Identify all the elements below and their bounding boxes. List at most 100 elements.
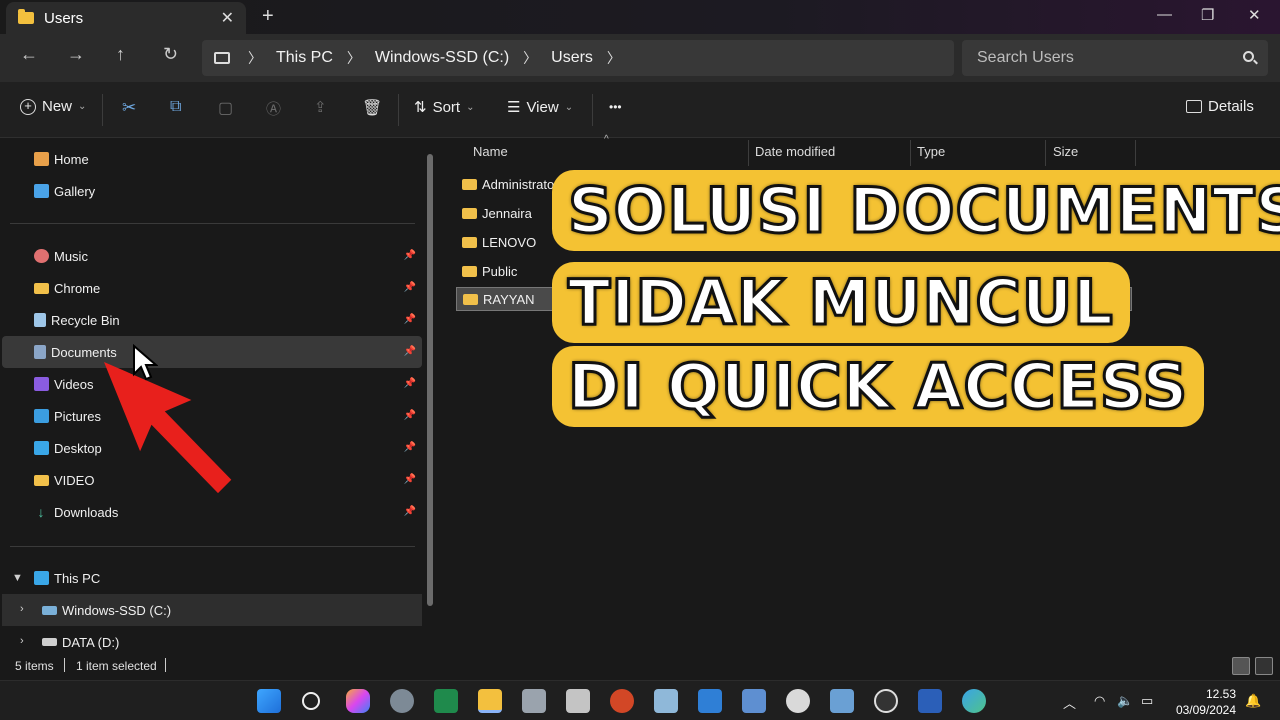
downloads-icon: ↓ bbox=[37, 504, 45, 520]
chevron-right-icon[interactable]: › bbox=[20, 603, 24, 615]
chevron-right-icon[interactable]: 〉 bbox=[523, 48, 537, 68]
photos-icon[interactable] bbox=[830, 689, 854, 713]
file-name: RAYYAN bbox=[483, 291, 535, 307]
column-header-type[interactable]: Type bbox=[917, 144, 945, 159]
pin-icon[interactable]: 📌 bbox=[404, 282, 416, 293]
sidebar-item-label: Recycle Bin bbox=[51, 312, 120, 328]
column-divider[interactable] bbox=[1135, 140, 1136, 166]
tab-users[interactable]: Users ✕ bbox=[6, 2, 246, 34]
close-tab-icon[interactable]: ✕ bbox=[221, 8, 234, 28]
details-button[interactable]: Details bbox=[1186, 98, 1254, 115]
chevron-right-icon[interactable]: 〉 bbox=[347, 48, 361, 68]
folder-icon bbox=[462, 207, 477, 219]
excel-icon[interactable] bbox=[434, 689, 458, 713]
edge-icon[interactable] bbox=[962, 689, 986, 713]
music-icon bbox=[34, 249, 49, 263]
title-bar: Users ✕ + — ❐ ✕ bbox=[0, 0, 1280, 34]
copilot-icon[interactable] bbox=[346, 689, 370, 713]
gallery-icon bbox=[34, 184, 49, 198]
folder-icon bbox=[18, 9, 34, 24]
column-divider[interactable] bbox=[1045, 140, 1046, 166]
copy-button[interactable]: ⧉ bbox=[170, 98, 181, 116]
sidebar-item-recycle-bin[interactable]: Recycle Bin 📌 bbox=[2, 304, 422, 336]
new-button[interactable]: + New ⌄ bbox=[20, 98, 86, 115]
toolbar-divider bbox=[398, 94, 399, 126]
system-info-icon[interactable] bbox=[742, 689, 766, 713]
settings-icon[interactable] bbox=[390, 689, 414, 713]
sort-button[interactable]: ⇅ Sort ⌄ bbox=[414, 98, 474, 117]
view-label: View bbox=[526, 98, 559, 116]
breadcrumb-this-pc[interactable]: This PC bbox=[276, 49, 333, 67]
pin-icon[interactable]: 📌 bbox=[404, 506, 416, 517]
sort-indicator-icon: ^ bbox=[604, 134, 609, 145]
snipping-tool-icon[interactable] bbox=[698, 689, 722, 713]
sidebar-item-chrome[interactable]: Chrome 📌 bbox=[2, 272, 422, 304]
search-input[interactable]: Search Users bbox=[962, 40, 1268, 76]
address-bar[interactable]: 〉 This PC 〉 Windows-SSD (C:) 〉 Users 〉 bbox=[202, 40, 954, 76]
printer-icon[interactable] bbox=[522, 689, 546, 713]
pin-icon[interactable]: 📌 bbox=[404, 474, 416, 485]
forward-button[interactable]: → bbox=[67, 44, 85, 65]
sidebar-item-windows-ssd[interactable]: › Windows-SSD (C:) bbox=[2, 594, 422, 626]
command-bar: + New ⌄ ✂ ⧉ ▢ Ⓐ ⇪ 🗑 ⇅ Sort ⌄ ☰ View ⌄ ••… bbox=[0, 82, 1280, 138]
refresh-button[interactable]: ↻ bbox=[163, 44, 178, 65]
videos-icon bbox=[34, 377, 49, 391]
column-header-size[interactable]: Size bbox=[1053, 144, 1078, 159]
powerpoint-icon[interactable] bbox=[610, 689, 634, 713]
wifi-icon[interactable]: ◠ bbox=[1094, 693, 1105, 709]
pin-icon[interactable]: 📌 bbox=[404, 410, 416, 421]
minimize-button[interactable]: — bbox=[1157, 6, 1172, 23]
pin-icon[interactable]: 📌 bbox=[404, 378, 416, 389]
chevron-right-icon[interactable]: › bbox=[20, 635, 24, 647]
column-divider[interactable] bbox=[910, 140, 911, 166]
sidebar-scrollbar[interactable] bbox=[427, 154, 433, 606]
share-button[interactable]: ⇪ bbox=[314, 98, 327, 116]
search-icon[interactable] bbox=[302, 692, 320, 710]
details-label: Details bbox=[1208, 98, 1254, 115]
cut-button[interactable]: ✂ bbox=[122, 98, 136, 118]
column-divider[interactable] bbox=[748, 140, 749, 166]
maximize-button[interactable]: ❐ bbox=[1201, 6, 1214, 24]
pin-icon[interactable]: 📌 bbox=[404, 346, 416, 357]
volume-icon[interactable]: 🔈 bbox=[1117, 693, 1133, 709]
paste-button[interactable]: ▢ bbox=[218, 98, 233, 118]
clock[interactable]: 12.53 03/09/2024 bbox=[1176, 686, 1236, 718]
sidebar-item-label: Home bbox=[54, 151, 89, 167]
notification-bell-icon[interactable]: 🔔 bbox=[1245, 693, 1261, 709]
sidebar-item-label: DATA (D:) bbox=[62, 634, 120, 650]
keyboard-icon[interactable] bbox=[566, 689, 590, 713]
remote-desktop-icon[interactable] bbox=[654, 689, 678, 713]
column-header-date[interactable]: Date modified bbox=[755, 144, 835, 159]
back-button[interactable]: ← bbox=[20, 44, 38, 65]
more-options-button[interactable]: ••• bbox=[609, 100, 622, 114]
start-icon[interactable] bbox=[257, 689, 281, 713]
new-tab-button[interactable]: + bbox=[262, 5, 274, 28]
close-window-button[interactable]: ✕ bbox=[1248, 6, 1261, 24]
up-button[interactable]: ↑ bbox=[116, 44, 125, 65]
chevron-right-icon[interactable]: 〉 bbox=[607, 48, 621, 68]
sidebar-item-home[interactable]: Home bbox=[2, 143, 422, 175]
sidebar-item-music[interactable]: Music 📌 bbox=[2, 240, 422, 272]
sidebar-item-this-pc[interactable]: This PC bbox=[2, 562, 422, 594]
breadcrumb-users[interactable]: Users bbox=[551, 49, 593, 67]
file-explorer-icon[interactable] bbox=[478, 689, 502, 713]
large-icons-view-icon[interactable] bbox=[1255, 657, 1273, 675]
delete-button[interactable]: 🗑 bbox=[362, 98, 382, 118]
rename-button[interactable]: Ⓐ bbox=[266, 98, 281, 119]
pin-icon[interactable]: 📌 bbox=[404, 442, 416, 453]
column-header-name[interactable]: Name bbox=[473, 144, 508, 159]
pin-icon[interactable]: 📌 bbox=[404, 314, 416, 325]
details-view-icon[interactable] bbox=[1232, 657, 1250, 675]
pin-icon[interactable]: 📌 bbox=[404, 250, 416, 261]
sidebar-item-gallery[interactable]: Gallery bbox=[2, 175, 422, 207]
word-icon[interactable] bbox=[918, 689, 942, 713]
view-button[interactable]: ☰ View ⌄ bbox=[507, 98, 573, 117]
folder-icon bbox=[34, 282, 49, 294]
battery-icon[interactable]: ▭ bbox=[1141, 693, 1153, 709]
breadcrumb-windows-ssd[interactable]: Windows-SSD (C:) bbox=[375, 49, 509, 67]
obs-icon[interactable] bbox=[874, 689, 898, 713]
scissors-icon: ✂ bbox=[122, 98, 137, 117]
sidebar-item-label: Videos bbox=[54, 376, 94, 392]
chevron-up-icon[interactable]: ︿ bbox=[1063, 693, 1076, 712]
clock-app-icon[interactable] bbox=[786, 689, 810, 713]
